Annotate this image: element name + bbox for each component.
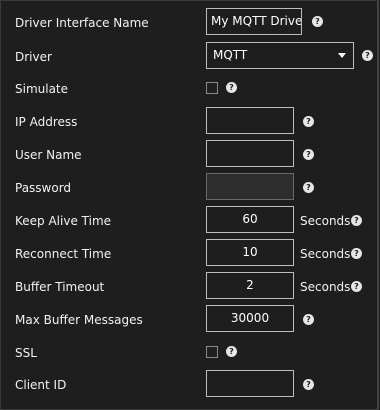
reconnect-time-unit: Seconds bbox=[300, 247, 351, 261]
user-name-input[interactable] bbox=[206, 140, 294, 167]
password-input[interactable] bbox=[206, 173, 294, 200]
help-icon[interactable]: ? bbox=[303, 314, 314, 325]
row-client-id: Client ID ? bbox=[1, 370, 377, 400]
client-id-input[interactable] bbox=[206, 370, 294, 397]
help-icon[interactable]: ? bbox=[303, 116, 314, 127]
row-ip-address: IP Address ? bbox=[1, 107, 377, 137]
row-ssl: SSL ? bbox=[1, 338, 377, 368]
row-buffer-timeout: Buffer Timeout 2 Seconds ? bbox=[1, 272, 377, 302]
row-keep-alive-time: Keep Alive Time 60 Seconds ? bbox=[1, 206, 377, 236]
help-icon[interactable]: ? bbox=[303, 182, 314, 193]
row-simulate: Simulate ? bbox=[1, 74, 377, 104]
ip-address-label: IP Address bbox=[15, 115, 78, 129]
help-icon[interactable]: ? bbox=[303, 379, 314, 390]
reconnect-time-input[interactable]: 10 bbox=[206, 239, 294, 266]
help-icon[interactable]: ? bbox=[362, 50, 373, 61]
max-buffer-messages-input[interactable]: 30000 bbox=[206, 305, 294, 332]
driver-interface-name-label: Driver Interface Name bbox=[15, 16, 149, 30]
simulate-checkbox[interactable] bbox=[206, 82, 218, 94]
driver-label: Driver bbox=[15, 50, 52, 64]
driver-settings-panel: Driver Interface Name My MQTT Driver ? D… bbox=[0, 0, 379, 410]
keep-alive-time-unit: Seconds bbox=[300, 214, 351, 228]
chevron-down-icon bbox=[338, 53, 346, 58]
ip-address-input[interactable] bbox=[206, 107, 294, 134]
help-icon[interactable]: ? bbox=[226, 346, 237, 357]
help-icon[interactable]: ? bbox=[351, 215, 362, 226]
max-buffer-messages-label: Max Buffer Messages bbox=[15, 313, 143, 327]
keep-alive-time-label: Keep Alive Time bbox=[15, 214, 112, 228]
driver-interface-name-input[interactable]: My MQTT Driver bbox=[206, 8, 302, 35]
row-reconnect-time: Reconnect Time 10 Seconds ? bbox=[1, 239, 377, 269]
row-password: Password ? bbox=[1, 173, 377, 203]
help-icon[interactable]: ? bbox=[303, 149, 314, 160]
buffer-timeout-input[interactable]: 2 bbox=[206, 272, 294, 299]
row-max-buffer-messages: Max Buffer Messages 30000 ? bbox=[1, 305, 377, 335]
buffer-timeout-unit: Seconds bbox=[300, 280, 351, 294]
ssl-checkbox[interactable] bbox=[206, 346, 218, 358]
user-name-label: User Name bbox=[15, 148, 82, 162]
help-icon[interactable]: ? bbox=[226, 82, 237, 93]
keep-alive-time-input[interactable]: 60 bbox=[206, 206, 294, 233]
driver-select[interactable]: MQTT bbox=[206, 42, 354, 69]
help-icon[interactable]: ? bbox=[351, 281, 362, 292]
row-user-name: User Name ? bbox=[1, 140, 377, 170]
row-driver-interface-name: Driver Interface Name My MQTT Driver ? bbox=[1, 8, 377, 38]
buffer-timeout-label: Buffer Timeout bbox=[15, 280, 105, 294]
password-label: Password bbox=[15, 181, 72, 195]
client-id-label: Client ID bbox=[15, 378, 67, 392]
row-driver: Driver MQTT ? bbox=[1, 42, 377, 72]
ssl-label: SSL bbox=[15, 346, 37, 360]
help-icon[interactable]: ? bbox=[312, 16, 323, 27]
help-icon[interactable]: ? bbox=[351, 248, 362, 259]
simulate-label: Simulate bbox=[15, 82, 69, 96]
reconnect-time-label: Reconnect Time bbox=[15, 247, 112, 261]
driver-select-value: MQTT bbox=[213, 48, 248, 62]
